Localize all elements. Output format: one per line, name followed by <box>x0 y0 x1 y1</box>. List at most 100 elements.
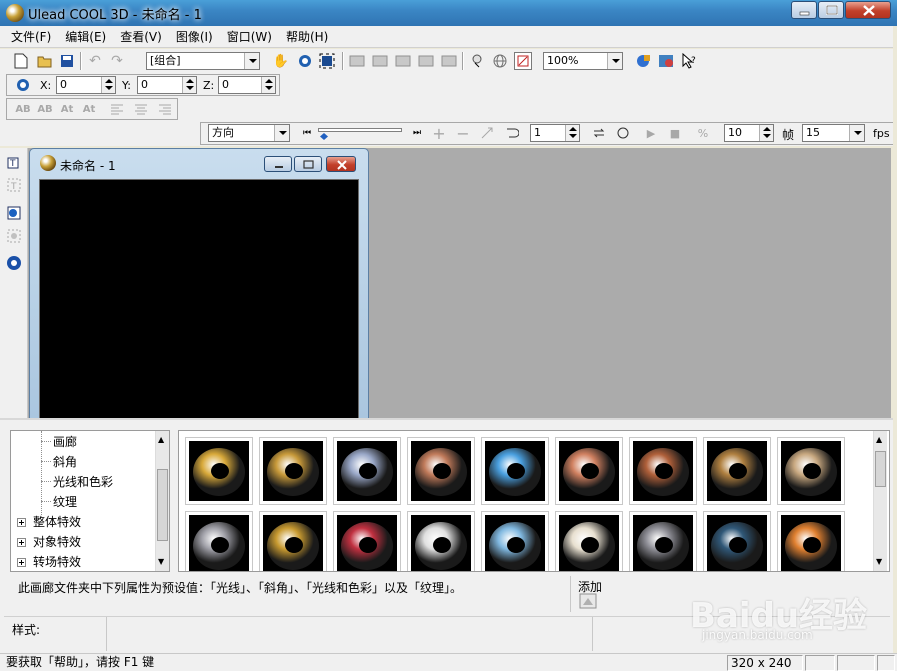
layout-icon-1[interactable] <box>348 52 366 70</box>
menu-file[interactable]: 文件(F) <box>4 27 58 47</box>
gallery-thumb-stained-glass-ring[interactable] <box>333 511 401 571</box>
last-keyframe-icon[interactable]: ⏭ <box>408 124 426 142</box>
gallery-thumb-pearl-ring[interactable] <box>555 511 623 571</box>
scroll-down-icon[interactable]: ▼ <box>876 557 882 566</box>
first-keyframe-icon[interactable]: ⏮ <box>298 124 316 142</box>
new-file-icon[interactable] <box>12 52 30 70</box>
repeat-icon[interactable] <box>590 124 608 142</box>
x-input[interactable]: 0 <box>56 76 116 94</box>
scroll-up-icon[interactable]: ▲ <box>158 435 164 444</box>
reverse-keyframe-icon[interactable] <box>478 124 496 142</box>
size-tool-icon[interactable] <box>318 52 336 70</box>
tree-scroll-thumb[interactable] <box>157 469 168 541</box>
percent-icon[interactable]: % <box>694 124 712 142</box>
tree-item-bevel[interactable]: 斜角 <box>53 453 77 470</box>
z-input[interactable]: 0 <box>218 76 276 94</box>
gallery-thumb-copper-ring[interactable] <box>407 437 475 505</box>
tree-item-light-color[interactable]: 光线和色彩 <box>53 473 113 490</box>
gallery-thumb-gold-leopard-ring[interactable] <box>259 511 327 571</box>
gallery-thumb-terracotta-ring[interactable] <box>555 437 623 505</box>
minimize-button[interactable] <box>791 1 817 19</box>
render-canvas[interactable] <box>39 179 359 419</box>
camera-icon[interactable] <box>514 52 532 70</box>
add-keyframe-icon[interactable]: + <box>430 124 448 143</box>
menu-view[interactable]: 查看(V) <box>113 27 169 47</box>
align-right-icon[interactable] <box>156 100 174 118</box>
tree-group-transition[interactable]: 转场特效 <box>33 553 81 570</box>
maximize-button[interactable] <box>818 1 844 19</box>
layout-icon-3[interactable] <box>394 52 412 70</box>
doc-maximize-button[interactable] <box>294 156 322 172</box>
redo-icon[interactable]: ↷ <box>108 52 126 70</box>
gallery-thumb-orange-ring[interactable] <box>777 511 845 571</box>
text-spacing-icon-3[interactable]: At <box>58 100 76 118</box>
frames-total-input[interactable]: 10 <box>724 124 774 142</box>
layout-icon-5[interactable] <box>440 52 458 70</box>
frame-input[interactable]: 1 <box>530 124 580 142</box>
undo-icon[interactable]: ↶ <box>86 52 104 70</box>
add-to-gallery-icon[interactable] <box>579 593 597 609</box>
gallery-thumb-bronze-ring[interactable] <box>703 437 771 505</box>
gallery-scrollbar[interactable]: ▲ ▼ <box>873 431 887 571</box>
edit-text-icon[interactable]: T <box>5 176 23 194</box>
doc-close-button[interactable] <box>326 156 356 172</box>
globe-icon[interactable] <box>491 52 509 70</box>
menu-help[interactable]: 帮助(H) <box>279 27 335 47</box>
loop-icon[interactable] <box>502 124 520 142</box>
save-icon[interactable] <box>58 52 76 70</box>
tree-scrollbar[interactable]: ▲ ▼ <box>155 431 169 571</box>
gallery-thumb-dark-blue-ring[interactable] <box>703 511 771 571</box>
direction-select[interactable]: 方向 <box>208 124 290 142</box>
gallery-thumb-blue-stone-ring[interactable] <box>481 437 549 505</box>
align-left-icon[interactable] <box>108 100 126 118</box>
play-icon[interactable]: ▶ <box>642 124 660 142</box>
help-pointer-icon[interactable]: ? <box>680 52 698 70</box>
text-spacing-icon-4[interactable]: At <box>80 100 98 118</box>
export-image-icon[interactable] <box>657 52 675 70</box>
insert-shape-icon[interactable] <box>5 204 23 222</box>
zoom-select[interactable]: 100% <box>543 52 623 70</box>
gallery-thumb-brick-ring[interactable] <box>629 437 697 505</box>
tree-group-object[interactable]: 对象特效 <box>33 533 81 550</box>
close-button[interactable] <box>845 1 891 19</box>
gallery-thumb-gold-ring-2[interactable] <box>259 437 327 505</box>
fps-select[interactable]: 15 <box>802 124 865 142</box>
geometry-icon[interactable] <box>5 254 23 272</box>
text-spacing-icon-1[interactable]: AB <box>14 100 32 118</box>
y-input[interactable]: 0 <box>137 76 197 94</box>
layout-icon-4[interactable] <box>417 52 435 70</box>
edit-shape-icon[interactable] <box>5 227 23 245</box>
layout-icon-2[interactable] <box>371 52 389 70</box>
gallery-thumb-gold-ring-1[interactable] <box>185 437 253 505</box>
text-spacing-icon-2[interactable]: AB <box>36 100 54 118</box>
menu-image[interactable]: 图像(I) <box>169 27 220 47</box>
export-web-icon[interactable] <box>634 52 652 70</box>
insert-text-icon[interactable]: T <box>5 153 23 171</box>
stop-icon[interactable]: ■ <box>666 124 684 142</box>
pan-hand-icon[interactable]: ✋ <box>272 52 290 70</box>
light-tool-icon[interactable] <box>468 52 486 70</box>
object-select[interactable]: [组合] <box>146 52 260 70</box>
tree-item-texture[interactable]: 纹理 <box>53 493 77 510</box>
gallery-scroll-thumb[interactable] <box>875 451 886 487</box>
tree-group-global[interactable]: 整体特效 <box>33 513 81 530</box>
open-folder-icon[interactable] <box>36 52 54 70</box>
gallery-thumb-ice-ring[interactable] <box>481 511 549 571</box>
resize-grip[interactable] <box>877 655 895 671</box>
menu-edit[interactable]: 编辑(E) <box>58 27 113 47</box>
expand-icon[interactable] <box>17 538 26 547</box>
tree-item-gallery[interactable]: 画廊 <box>53 433 77 450</box>
gallery-thumb-riveted-ring[interactable] <box>629 511 697 571</box>
expand-icon[interactable] <box>17 558 26 567</box>
gallery-thumb-steel-mesh-ring[interactable] <box>185 511 253 571</box>
rotate-hand-icon[interactable] <box>296 52 314 70</box>
align-center-icon[interactable] <box>132 100 150 118</box>
scroll-down-icon[interactable]: ▼ <box>158 557 164 566</box>
object-move-icon[interactable] <box>14 76 32 94</box>
gallery-thumb-pattern-ring[interactable] <box>777 437 845 505</box>
timeline-slider[interactable] <box>318 128 402 132</box>
gallery-thumb-chrome-ring[interactable] <box>333 437 401 505</box>
menu-window[interactable]: 窗口(W) <box>220 27 279 47</box>
refresh-icon[interactable] <box>614 124 632 142</box>
doc-minimize-button[interactable] <box>264 156 292 172</box>
